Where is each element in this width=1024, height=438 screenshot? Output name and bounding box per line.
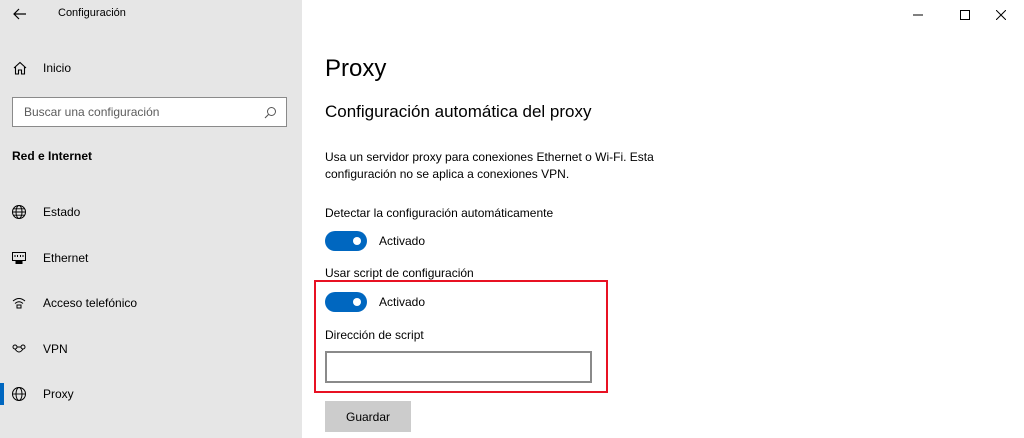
- settings-window: Configuración Inicio Buscar una configur…: [0, 0, 1024, 438]
- dialup-icon: [12, 298, 26, 309]
- auto-detect-label: Detectar la configuración automáticament…: [325, 206, 554, 220]
- sidebar-item-acceso-telefonico[interactable]: Acceso telefónico: [0, 285, 302, 321]
- sidebar-item-vpn[interactable]: VPN: [0, 331, 302, 367]
- sidebar-item-ethernet[interactable]: Ethernet: [0, 240, 302, 276]
- sidebar-item-label: Ethernet: [43, 251, 89, 265]
- auto-detect-toggle[interactable]: [325, 231, 367, 251]
- use-script-toggle[interactable]: [325, 292, 367, 312]
- sidebar-item-label: Proxy: [43, 387, 74, 401]
- minimize-button[interactable]: [895, 0, 941, 30]
- sidebar-item-label: Acceso telefónico: [43, 296, 138, 310]
- maximize-icon: [960, 10, 970, 20]
- use-script-state: Activado: [379, 295, 426, 309]
- sidebar-item-label: VPN: [43, 342, 68, 356]
- toggle-knob: [353, 237, 361, 245]
- minimize-icon: [913, 14, 923, 16]
- section-subtitle: Configuración automática del proxy: [325, 102, 592, 121]
- app-title: Configuración: [58, 7, 126, 19]
- close-icon: [996, 10, 1006, 20]
- search-icon: [264, 107, 276, 119]
- toggle-knob: [353, 298, 361, 306]
- globe-icon: [12, 387, 26, 401]
- home-icon: [13, 61, 27, 75]
- sidebar-item-estado[interactable]: Estado: [0, 194, 302, 230]
- description-line: Usa un servidor proxy para conexiones Et…: [325, 150, 654, 164]
- search-input[interactable]: Buscar una configuración: [12, 97, 287, 127]
- sidebar-item-home[interactable]: Inicio: [0, 54, 302, 82]
- script-address-input[interactable]: [325, 351, 592, 383]
- sidebar-item-label: Inicio: [43, 61, 72, 75]
- title-bar: Configuración: [0, 0, 302, 28]
- script-address-label: Dirección de script: [325, 328, 424, 342]
- auto-detect-state: Activado: [379, 234, 426, 248]
- ethernet-icon: [12, 252, 26, 264]
- proxy-description: Usa un servidor proxy para conexiones Et…: [325, 149, 705, 183]
- section-heading: Red e Internet: [12, 149, 93, 163]
- save-button[interactable]: Guardar: [325, 401, 411, 432]
- sidebar-item-proxy[interactable]: Proxy: [0, 376, 302, 412]
- page-title: Proxy: [325, 55, 387, 82]
- close-button[interactable]: [978, 0, 1024, 30]
- use-script-label: Usar script de configuración: [325, 266, 474, 280]
- search-placeholder: Buscar una configuración: [24, 105, 160, 119]
- sidebar-item-label: Estado: [43, 205, 81, 219]
- description-line: configuración no se aplica a conexiones …: [325, 167, 570, 181]
- back-button[interactable]: [10, 4, 30, 24]
- globe-icon: [12, 205, 26, 219]
- back-arrow-icon: [13, 8, 26, 20]
- sidebar: Configuración Inicio Buscar una configur…: [0, 0, 302, 438]
- vpn-icon: [12, 344, 26, 353]
